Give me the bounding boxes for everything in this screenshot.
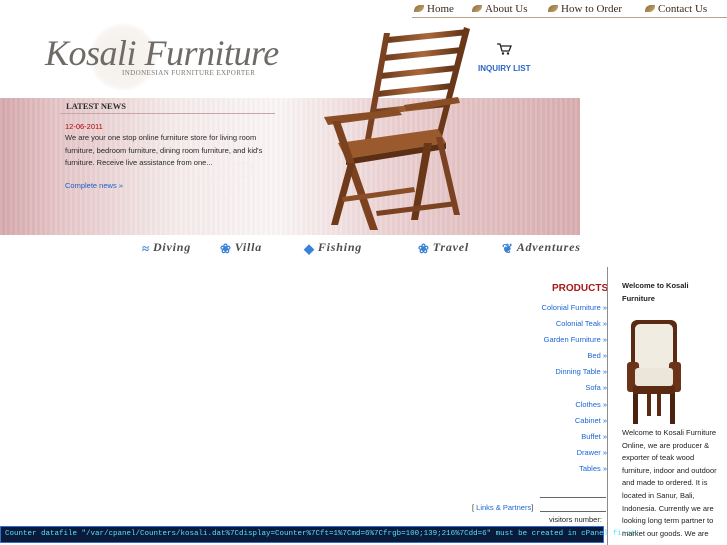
latest-news-heading: LATEST NEWS xyxy=(66,101,126,111)
bracket-close: ] xyxy=(531,503,534,512)
nav-home[interactable]: Home xyxy=(414,3,454,15)
counter-error-box: Counter datafile "/var/cpanel/Counters/k… xyxy=(0,526,640,543)
fish-icon: ◆ xyxy=(304,241,315,256)
category-diving-label: Diving xyxy=(152,240,192,254)
links-divider-bottom xyxy=(540,511,606,512)
category-villa[interactable]: ❀ Villa xyxy=(220,240,262,257)
links-divider-top xyxy=(540,497,606,498)
nav-about-label: About Us xyxy=(485,3,528,15)
product-link[interactable]: Sofa » xyxy=(585,383,607,392)
column-divider xyxy=(607,267,608,545)
butterfly-icon: ❦ xyxy=(502,241,514,256)
leaf-icon xyxy=(472,5,482,12)
complete-news-link[interactable]: Complete news » xyxy=(65,181,123,190)
nav-about-us[interactable]: About Us xyxy=(472,3,527,15)
nav-how-to-order[interactable]: How to Order xyxy=(548,3,622,15)
category-villa-label: Villa xyxy=(234,240,263,254)
news-excerpt: We are your one stop online furniture st… xyxy=(65,133,263,168)
category-travel[interactable]: ❀ Travel xyxy=(418,240,469,257)
welcome-text: Welcome to Kosali Furniture Online, we a… xyxy=(622,428,717,538)
product-link[interactable]: Drawer » xyxy=(577,448,607,457)
armchair-image xyxy=(627,320,681,424)
teak-chair-image xyxy=(324,27,470,230)
links-partners: [ Links & Partners] xyxy=(472,503,533,512)
product-link[interactable]: Tables » xyxy=(579,464,607,473)
paw-icon: ❀ xyxy=(418,241,430,256)
links-partners-link[interactable]: Links & Partners xyxy=(476,503,531,512)
product-link[interactable]: Bed » xyxy=(587,351,607,360)
counter-error-text: Counter datafile "/var/cpanel/Counters/k… xyxy=(5,530,640,538)
paw-icon: ❀ xyxy=(220,241,232,256)
top-navigation: Home About Us How to Order Contact Us xyxy=(0,0,727,18)
category-travel-label: Travel xyxy=(432,240,470,254)
product-link[interactable]: Buffet » xyxy=(581,432,607,441)
visitors-number-label: visitors number: xyxy=(549,515,602,524)
product-link[interactable]: Colonial Teak » xyxy=(556,319,607,328)
nav-home-label: Home xyxy=(427,3,454,15)
leaf-icon xyxy=(548,5,558,12)
products-heading: PRODUCTS xyxy=(552,283,609,294)
welcome-heading: Welcome to Kosali Furniture xyxy=(622,281,689,303)
inquiry-list-link[interactable]: INQUIRY LIST xyxy=(478,64,530,73)
category-diving[interactable]: ≈ Diving xyxy=(142,240,191,257)
nav-contact-us[interactable]: Contact Us xyxy=(645,3,707,15)
shopping-cart-icon[interactable] xyxy=(496,43,512,55)
leaf-icon xyxy=(645,5,655,12)
site-logo[interactable]: Kosali Furniture xyxy=(45,32,279,74)
product-link[interactable]: Dinning Table » xyxy=(555,367,607,376)
news-date: 12-06-2011 xyxy=(65,122,103,131)
product-link[interactable]: Colonial Furniture » xyxy=(542,303,607,312)
product-link[interactable]: Clothes » xyxy=(575,400,607,409)
nav-divider xyxy=(412,17,727,18)
category-adventures-label: Adventures xyxy=(516,240,581,254)
category-fishing-label: Fishing xyxy=(317,240,363,254)
product-link[interactable]: Garden Furniture » xyxy=(544,335,607,344)
product-link[interactable]: Cabinet » xyxy=(575,416,607,425)
category-fishing[interactable]: ◆ Fishing xyxy=(304,240,362,257)
nav-how-to-order-label: How to Order xyxy=(561,3,623,15)
leaf-icon xyxy=(414,5,424,12)
fish-icon: ≈ xyxy=(142,241,150,256)
category-adventures[interactable]: ❦ Adventures xyxy=(502,240,581,257)
logo-tagline: INDONESIAN FURNITURE EXPORTER xyxy=(122,69,256,77)
news-divider xyxy=(60,113,275,114)
nav-contact-label: Contact Us xyxy=(658,3,708,15)
